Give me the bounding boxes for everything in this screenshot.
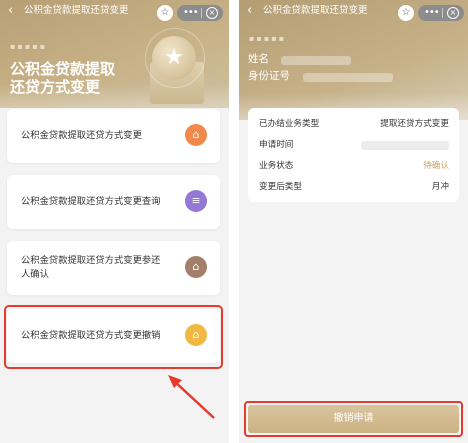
id-number-redacted [303,73,393,82]
name-value-redacted [281,56,351,65]
id-number-label: 身份证号 [248,70,290,82]
info-row-business-type: 已办结业务类型 提取还贷方式变更 [259,117,449,131]
mini-program-capsule: ••• × [418,5,464,21]
info-key: 申请时间 [259,140,294,150]
annotation-arrow-icon [168,375,215,419]
highlight-box [244,401,463,437]
info-row-status: 业务状态 待确认 [259,159,449,173]
apply-time-redacted [361,141,449,150]
hero-decoration-dots: ▪▪▪▪▪ [249,34,287,43]
more-icon[interactable]: ••• [424,6,440,20]
screen-divider [229,0,239,443]
info-key: 变更后类型 [259,182,302,192]
service-list-screen: ★ ‹ 公积金贷款提取还贷变更 ☆ ••• × ▪▪▪▪▪ 公积金贷款提取 还贷… [0,0,229,443]
back-button[interactable]: ‹ [247,3,252,19]
name-label: 姓名 [248,53,269,65]
status-badge: 待确认 [423,161,449,171]
revoke-detail-screen: ‹ 公积金贷款提取还贷变更 ☆ ••• × ▪▪▪▪▪ 姓名 身份证号 已办结业… [239,0,468,443]
info-row-apply-time: 申请时间 [259,138,449,152]
capsule-divider [442,8,443,18]
favorite-star-icon[interactable]: ☆ [398,5,414,21]
info-value: 提取还贷方式变更 [380,119,449,129]
info-key: 已办结业务类型 [259,119,320,129]
title-bar: ‹ 公积金贷款提取还贷变更 ☆ ••• × [239,0,468,24]
business-info-card: 已办结业务类型 提取还贷方式变更 申请时间 业务状态 待确认 变更后类型 月冲 [248,108,459,202]
info-value: 月冲 [431,182,449,192]
page-title: 公积金贷款提取还贷变更 [263,5,368,16]
info-key: 业务状态 [259,161,294,171]
close-icon[interactable]: × [447,7,459,19]
info-row-new-type: 变更后类型 月冲 [259,180,449,194]
